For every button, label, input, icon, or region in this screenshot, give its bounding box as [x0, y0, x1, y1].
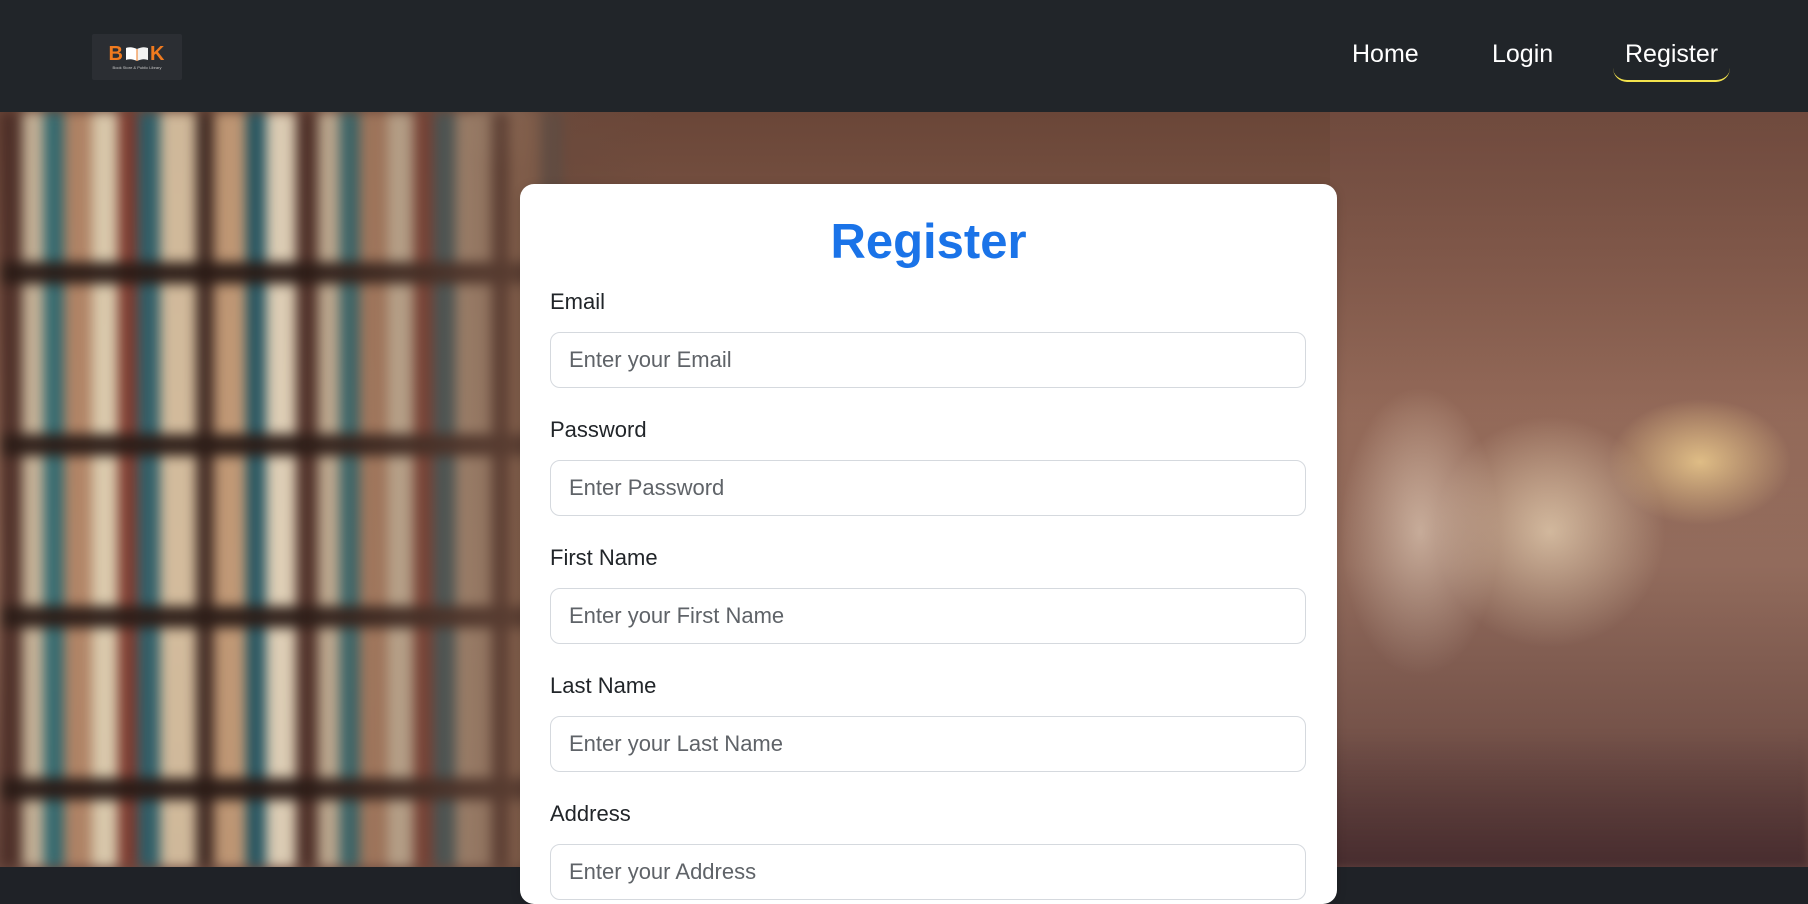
background-shadow: [1330, 732, 1808, 867]
nav-login-link[interactable]: Login: [1492, 38, 1553, 70]
address-input[interactable]: [550, 844, 1306, 900]
first-name-label: First Name: [550, 545, 658, 570]
nav-home-link[interactable]: Home: [1352, 38, 1419, 70]
form-title: Register: [830, 215, 1027, 269]
last-name-label: Last Name: [550, 673, 657, 698]
email-input[interactable]: [550, 332, 1306, 388]
logo-letter-k: K: [150, 43, 166, 65]
open-book-icon: [125, 46, 149, 62]
register-form-card: Register Email Password First Name Last …: [520, 184, 1337, 904]
password-input[interactable]: [550, 460, 1306, 516]
first-name-input[interactable]: [550, 588, 1306, 644]
address-label: Address: [550, 801, 631, 826]
logo-wordmark: B K: [109, 44, 166, 64]
logo-tagline: Book Store & Public Library: [112, 65, 162, 70]
nav-register-link[interactable]: Register: [1612, 38, 1731, 82]
brand-logo[interactable]: B K Book Store & Public Library: [92, 34, 182, 80]
top-navbar: B K Book Store & Public Library Home Log…: [0, 0, 1808, 112]
password-label: Password: [550, 417, 647, 442]
last-name-input[interactable]: [550, 716, 1306, 772]
email-label: Email: [550, 289, 606, 314]
logo-letter-b: B: [108, 43, 124, 65]
